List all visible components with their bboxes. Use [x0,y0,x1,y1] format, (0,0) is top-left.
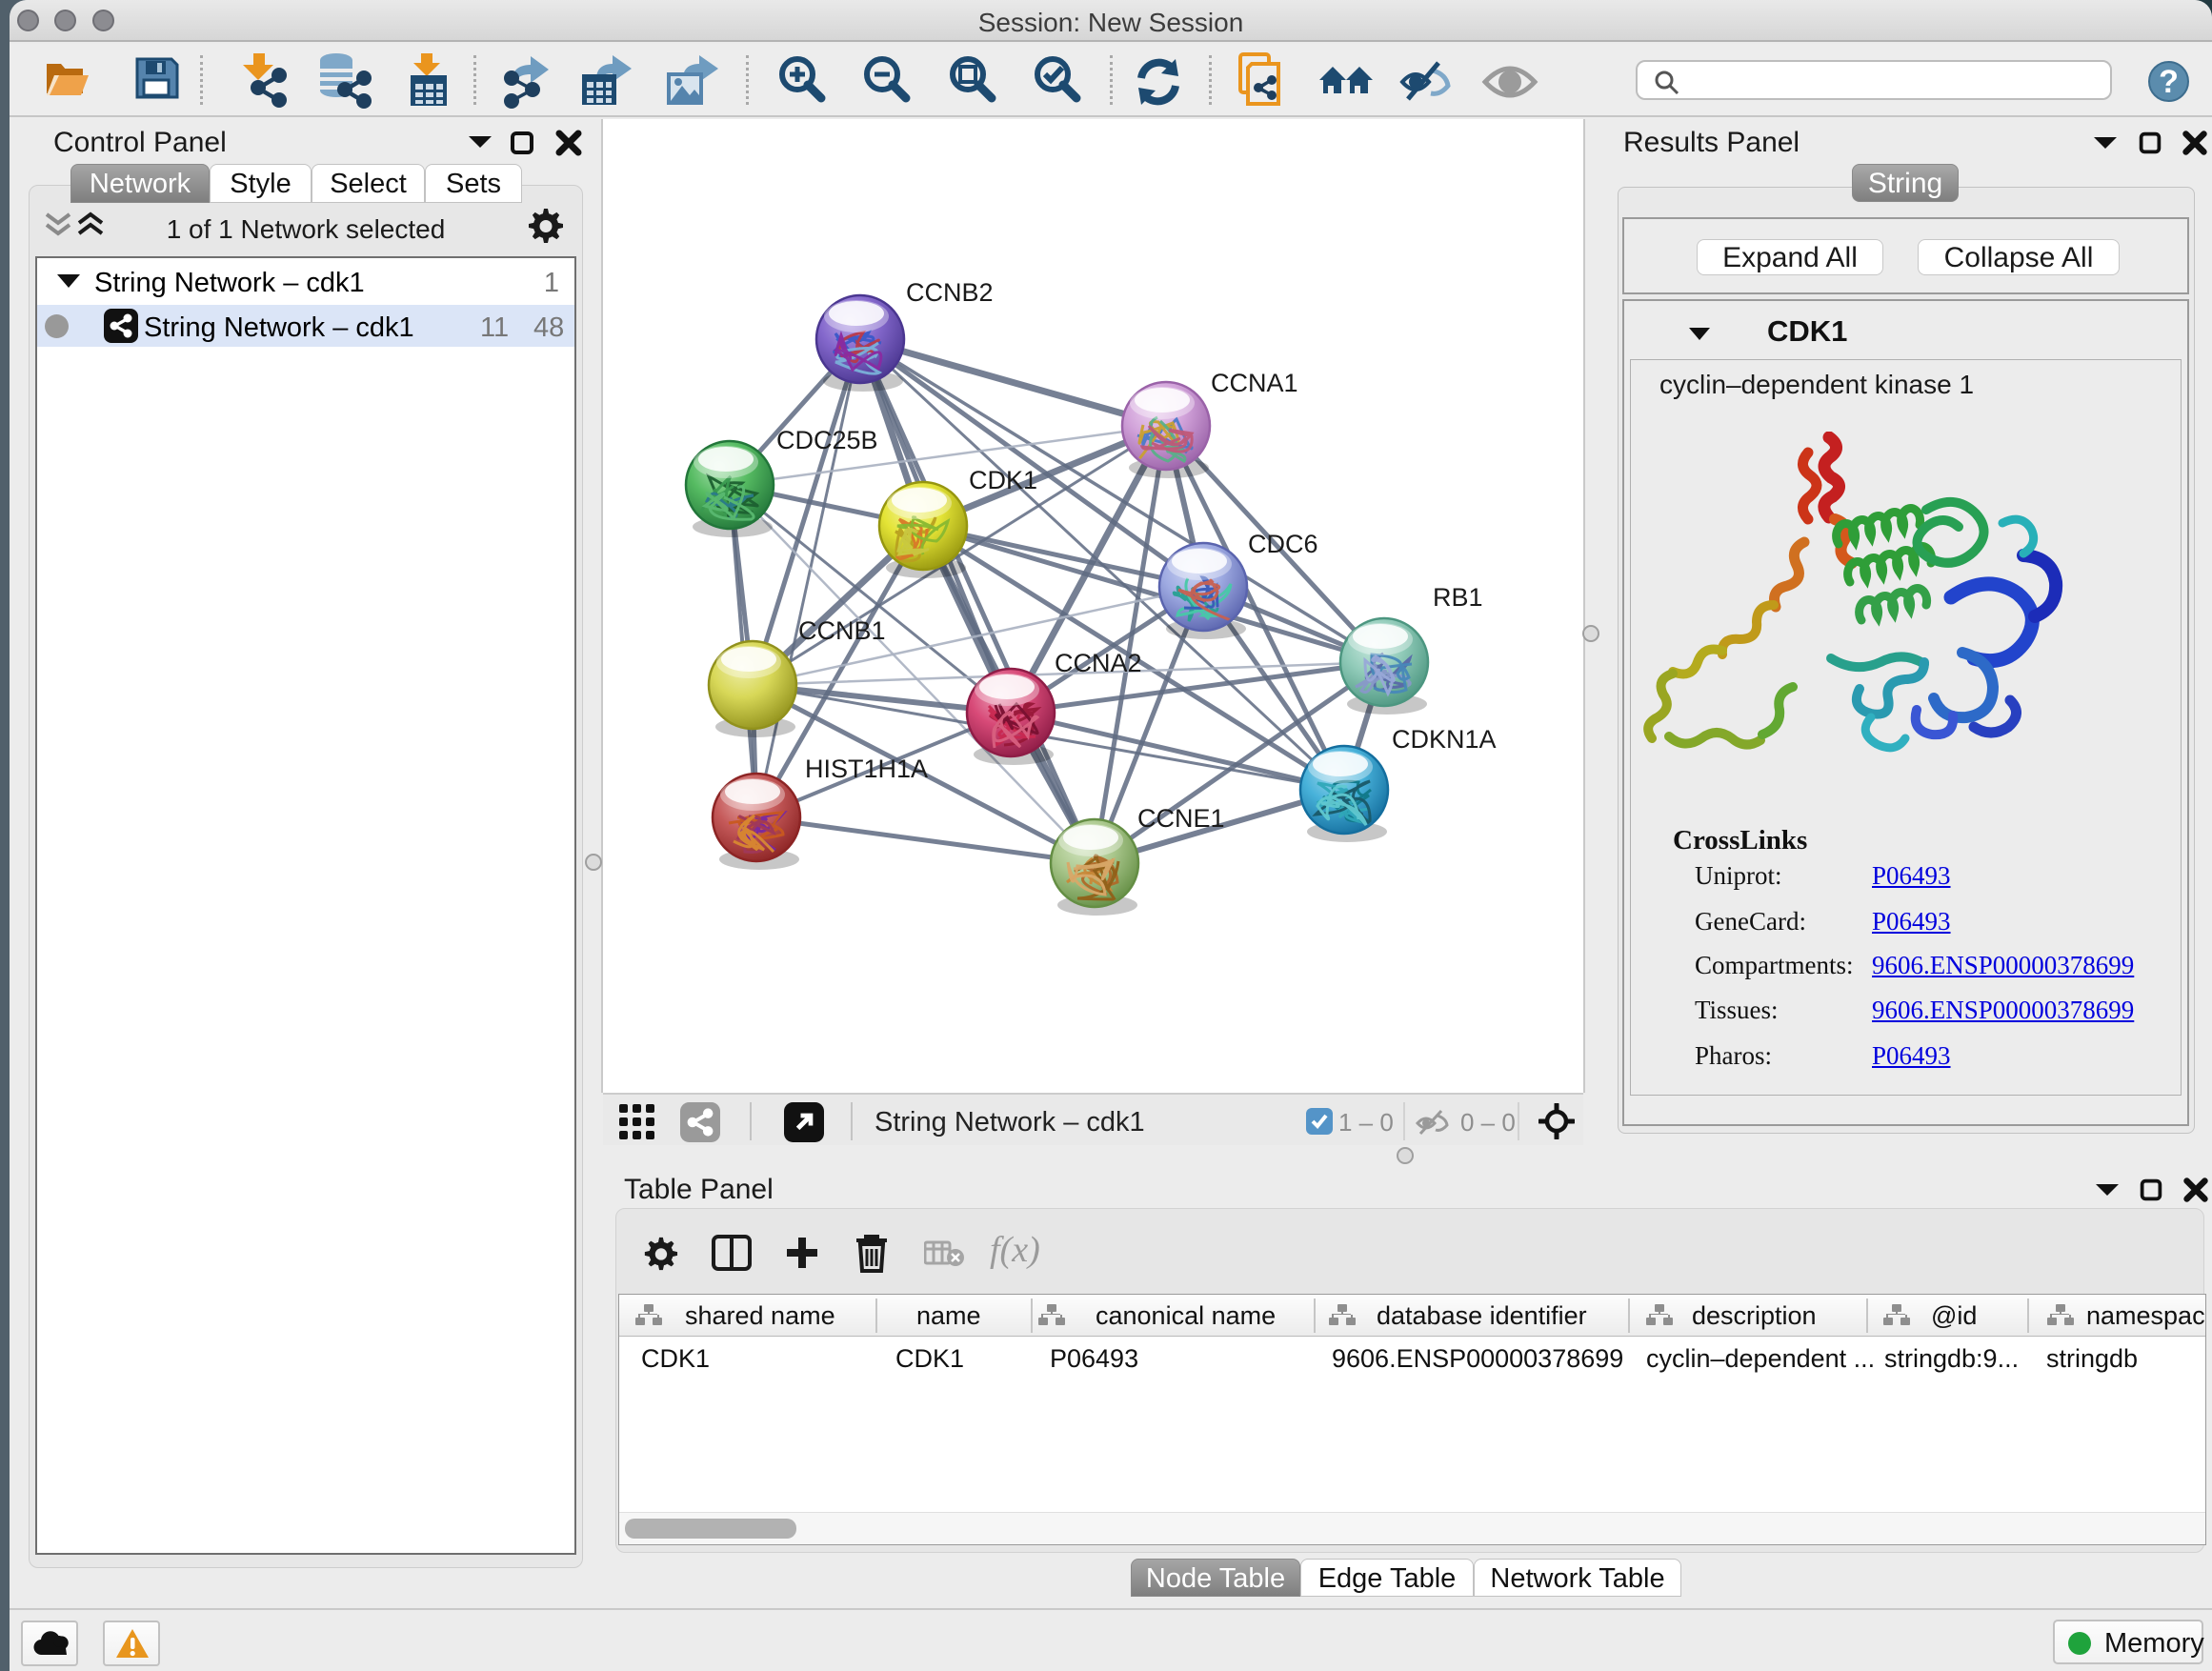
svg-text:CDK1: CDK1 [969,466,1037,494]
svg-text:CCNB1: CCNB1 [798,616,886,645]
svg-text:CCNA2: CCNA2 [1055,649,1142,677]
svg-text:RB1: RB1 [1433,583,1483,612]
svg-text:CCNA1: CCNA1 [1211,369,1298,397]
svg-text:HIST1H1A: HIST1H1A [805,755,928,783]
svg-text:CDC6: CDC6 [1248,530,1318,558]
svg-text:CCNE1: CCNE1 [1137,804,1225,833]
svg-text:CDC25B: CDC25B [776,426,878,454]
svg-text:CDKN1A: CDKN1A [1392,725,1497,754]
svg-text:CCNB2: CCNB2 [906,278,994,307]
